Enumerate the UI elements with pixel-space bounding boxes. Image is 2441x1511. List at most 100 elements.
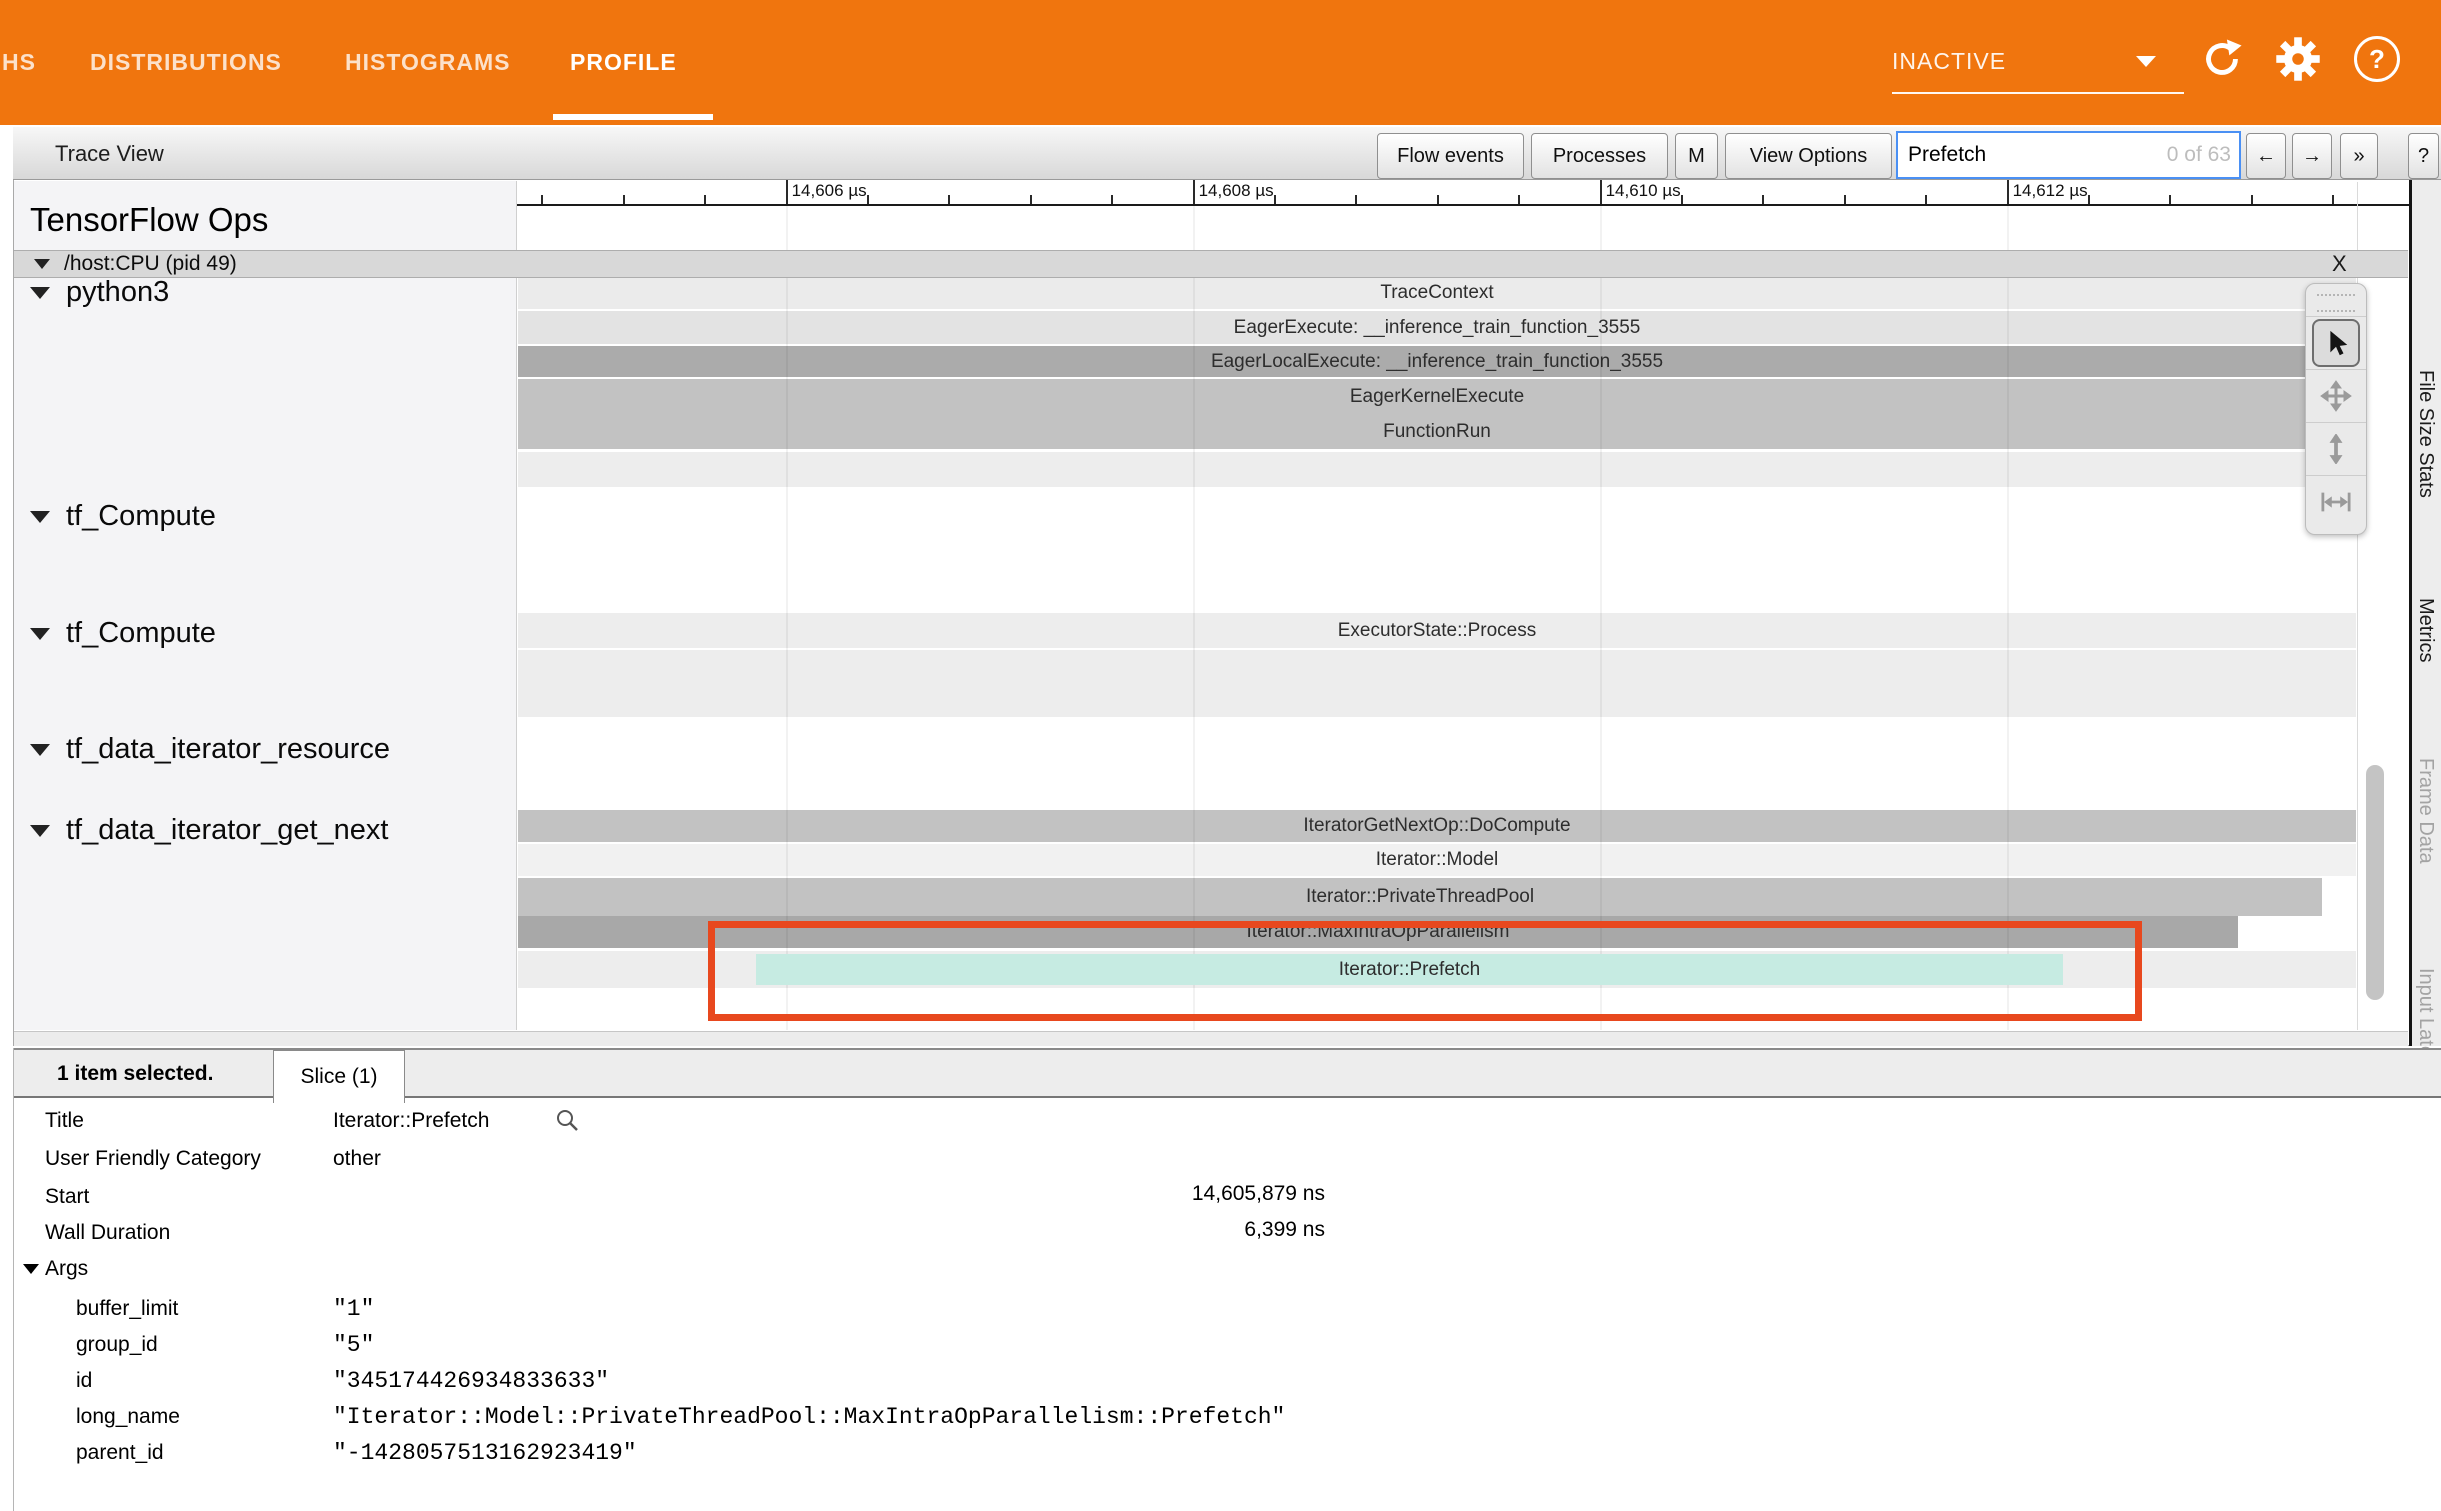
arg-value: "Iterator::Model::PrivateThreadPool::Max… xyxy=(333,1402,1285,1432)
track-group-python3[interactable]: python3 xyxy=(30,276,169,309)
expander-icon[interactable] xyxy=(34,259,50,269)
expander-icon[interactable] xyxy=(30,511,50,523)
ruler-tick-label: 14,610 µs xyxy=(1606,181,1681,201)
tab-distributions[interactable]: DISTRIBUTIONS xyxy=(90,0,282,125)
left-arrow-icon: ← xyxy=(2256,145,2276,168)
arg-key: id xyxy=(76,1366,92,1396)
track-group-tf-compute-1[interactable]: tf_Compute xyxy=(30,500,216,533)
slice-tab[interactable]: Slice (1) xyxy=(273,1050,405,1103)
details-panel: 1 item selected. Slice (1) Title Iterato… xyxy=(13,1048,2441,1511)
refresh-icon[interactable] xyxy=(2197,34,2247,84)
ruler-minor-tick xyxy=(2169,195,2171,204)
trace-search-box[interactable]: 0 of 63 xyxy=(1896,131,2241,179)
ruler-minor-tick xyxy=(1844,195,1846,204)
event-label: Iterator::PrivateThreadPool xyxy=(1306,886,1534,908)
vertical-scrollbar[interactable] xyxy=(2366,765,2384,1000)
args-expander[interactable]: Args xyxy=(23,1254,88,1284)
ruler-tick-label: 14,608 µs xyxy=(1199,181,1274,201)
m-button[interactable]: M xyxy=(1675,133,1718,179)
ruler-minor-tick xyxy=(623,195,625,204)
event-label: TraceContext xyxy=(1380,282,1493,304)
event-label: EagerExecute: __inference_train_function… xyxy=(1234,317,1641,339)
ruler-minor-tick xyxy=(1681,195,1683,204)
tensorboard-profiler-page: HS DISTRIBUTIONS HISTOGRAMS PROFILE INAC… xyxy=(0,0,2441,1511)
timing-tool-button[interactable] xyxy=(2306,475,2366,528)
close-process-icon[interactable]: X xyxy=(2332,251,2347,277)
event-eager-execute[interactable]: EagerExecute: __inference_train_function… xyxy=(518,311,2356,344)
processes-button[interactable]: Processes xyxy=(1531,133,1668,179)
ruler-minor-tick xyxy=(867,195,869,204)
view-options-button[interactable]: View Options xyxy=(1725,133,1892,179)
pan-icon xyxy=(2320,380,2352,412)
run-selector-dropdown[interactable]: INACTIVE xyxy=(1892,30,2184,94)
event-unlabeled-band[interactable] xyxy=(518,650,2356,717)
ruler-tick-label: 14,612 µs xyxy=(2013,181,2088,201)
tab-label: HISTOGRAMS xyxy=(345,49,510,76)
help-icon[interactable]: ? xyxy=(2352,34,2402,84)
tab-label: HS xyxy=(2,49,36,76)
ruler-minor-tick xyxy=(1274,195,1276,204)
sidebar-tab-metrics[interactable]: Metrics xyxy=(2414,598,2437,662)
button-label: View Options xyxy=(1750,145,1867,168)
ruler-minor-tick xyxy=(2251,195,2253,204)
event-iterator-prefetch-selected[interactable]: Iterator::Prefetch xyxy=(756,954,2063,985)
event-unlabeled-band[interactable] xyxy=(518,452,2356,487)
gear-icon[interactable] xyxy=(2273,34,2323,84)
tab-label: DISTRIBUTIONS xyxy=(90,49,282,76)
trace-search-input[interactable] xyxy=(1906,142,2167,168)
sidebar-tab-file-size-stats[interactable]: File Size Stats xyxy=(2414,370,2437,498)
ruler-minor-tick xyxy=(1925,195,1927,204)
event-executor-state-process[interactable]: ExecutorState::Process xyxy=(518,613,2356,648)
ruler-major-tick xyxy=(1600,180,1602,206)
ruler-minor-tick xyxy=(1111,195,1113,204)
magnifier-icon[interactable] xyxy=(554,1106,582,1136)
expander-icon[interactable] xyxy=(30,287,50,299)
sidebar-tab-frame-data[interactable]: Frame Data xyxy=(2414,758,2437,864)
track-group-tf-data-iterator-get-next[interactable]: tf_data_iterator_get_next xyxy=(30,814,388,847)
timing-range-icon xyxy=(2320,487,2352,517)
track-group-tf-data-iterator-resource[interactable]: tf_data_iterator_resource xyxy=(30,733,390,766)
prev-result-button[interactable]: ← xyxy=(2246,133,2286,179)
selection-status: 1 item selected. xyxy=(57,1048,213,1100)
timeline-ruler: 14,606 µs14,608 µs14,610 µs14,612 µs14,6… xyxy=(516,180,2420,206)
event-iterator-private-thread-pool[interactable]: Iterator::PrivateThreadPool xyxy=(518,878,2322,916)
event-label: Iterator::Prefetch xyxy=(1339,959,1481,981)
gridline xyxy=(2007,206,2009,1030)
event-eager-kernel-execute[interactable]: EagerKernelExecute xyxy=(518,379,2356,414)
expander-icon[interactable] xyxy=(30,628,50,640)
field-value-start: 14,605,879 ns xyxy=(333,1182,1325,1212)
right-arrow-icon: → xyxy=(2302,145,2322,168)
event-iterator-model[interactable]: Iterator::Model xyxy=(518,844,2356,876)
expander-icon[interactable] xyxy=(30,744,50,756)
tab-histograms[interactable]: HISTOGRAMS xyxy=(345,0,510,125)
pan-tool-button[interactable] xyxy=(2306,369,2366,422)
track-group-tf-compute-2[interactable]: tf_Compute xyxy=(30,617,216,650)
next-result-button[interactable]: → xyxy=(2292,133,2332,179)
select-tool-button[interactable] xyxy=(2306,316,2366,369)
group-label-text: python3 xyxy=(66,276,169,309)
tab-graphs-clipped[interactable]: HS xyxy=(2,0,36,125)
tab-label: PROFILE xyxy=(570,49,677,76)
palette-drag-handle[interactable] xyxy=(2306,290,2366,316)
expander-icon[interactable] xyxy=(30,825,50,837)
event-eager-local-execute[interactable]: EagerLocalExecute: __inference_train_fun… xyxy=(518,346,2356,377)
gridline xyxy=(786,206,788,1030)
event-iterator-max-intra-op-parallelism[interactable]: Iterator::MaxIntraOpParallelism xyxy=(518,916,2238,948)
slice-tab-label: Slice (1) xyxy=(300,1065,377,1089)
app-header: HS DISTRIBUTIONS HISTOGRAMS PROFILE INAC… xyxy=(0,0,2441,125)
event-function-run[interactable]: FunctionRun xyxy=(518,414,2356,449)
event-iterator-get-next[interactable]: IteratorGetNextOp::DoCompute xyxy=(518,810,2356,842)
double-chevron-icon: » xyxy=(2353,145,2364,168)
tab-profile[interactable]: PROFILE xyxy=(570,0,677,125)
event-trace-context[interactable]: TraceContext xyxy=(518,277,2356,309)
group-label-text: tf_data_iterator_get_next xyxy=(66,814,388,847)
zoom-tool-button[interactable] xyxy=(2306,422,2366,475)
trace-help-button[interactable]: ? xyxy=(2408,133,2439,179)
process-header-row[interactable]: /host:CPU (pid 49) X xyxy=(14,250,2408,278)
chevron-down-icon xyxy=(2136,56,2156,67)
event-label: EagerKernelExecute xyxy=(1350,386,1524,408)
field-value-category: other xyxy=(333,1144,381,1174)
more-results-button[interactable]: » xyxy=(2340,133,2378,179)
search-result-count: 0 of 63 xyxy=(2167,143,2231,167)
flow-events-button[interactable]: Flow events xyxy=(1377,133,1524,179)
